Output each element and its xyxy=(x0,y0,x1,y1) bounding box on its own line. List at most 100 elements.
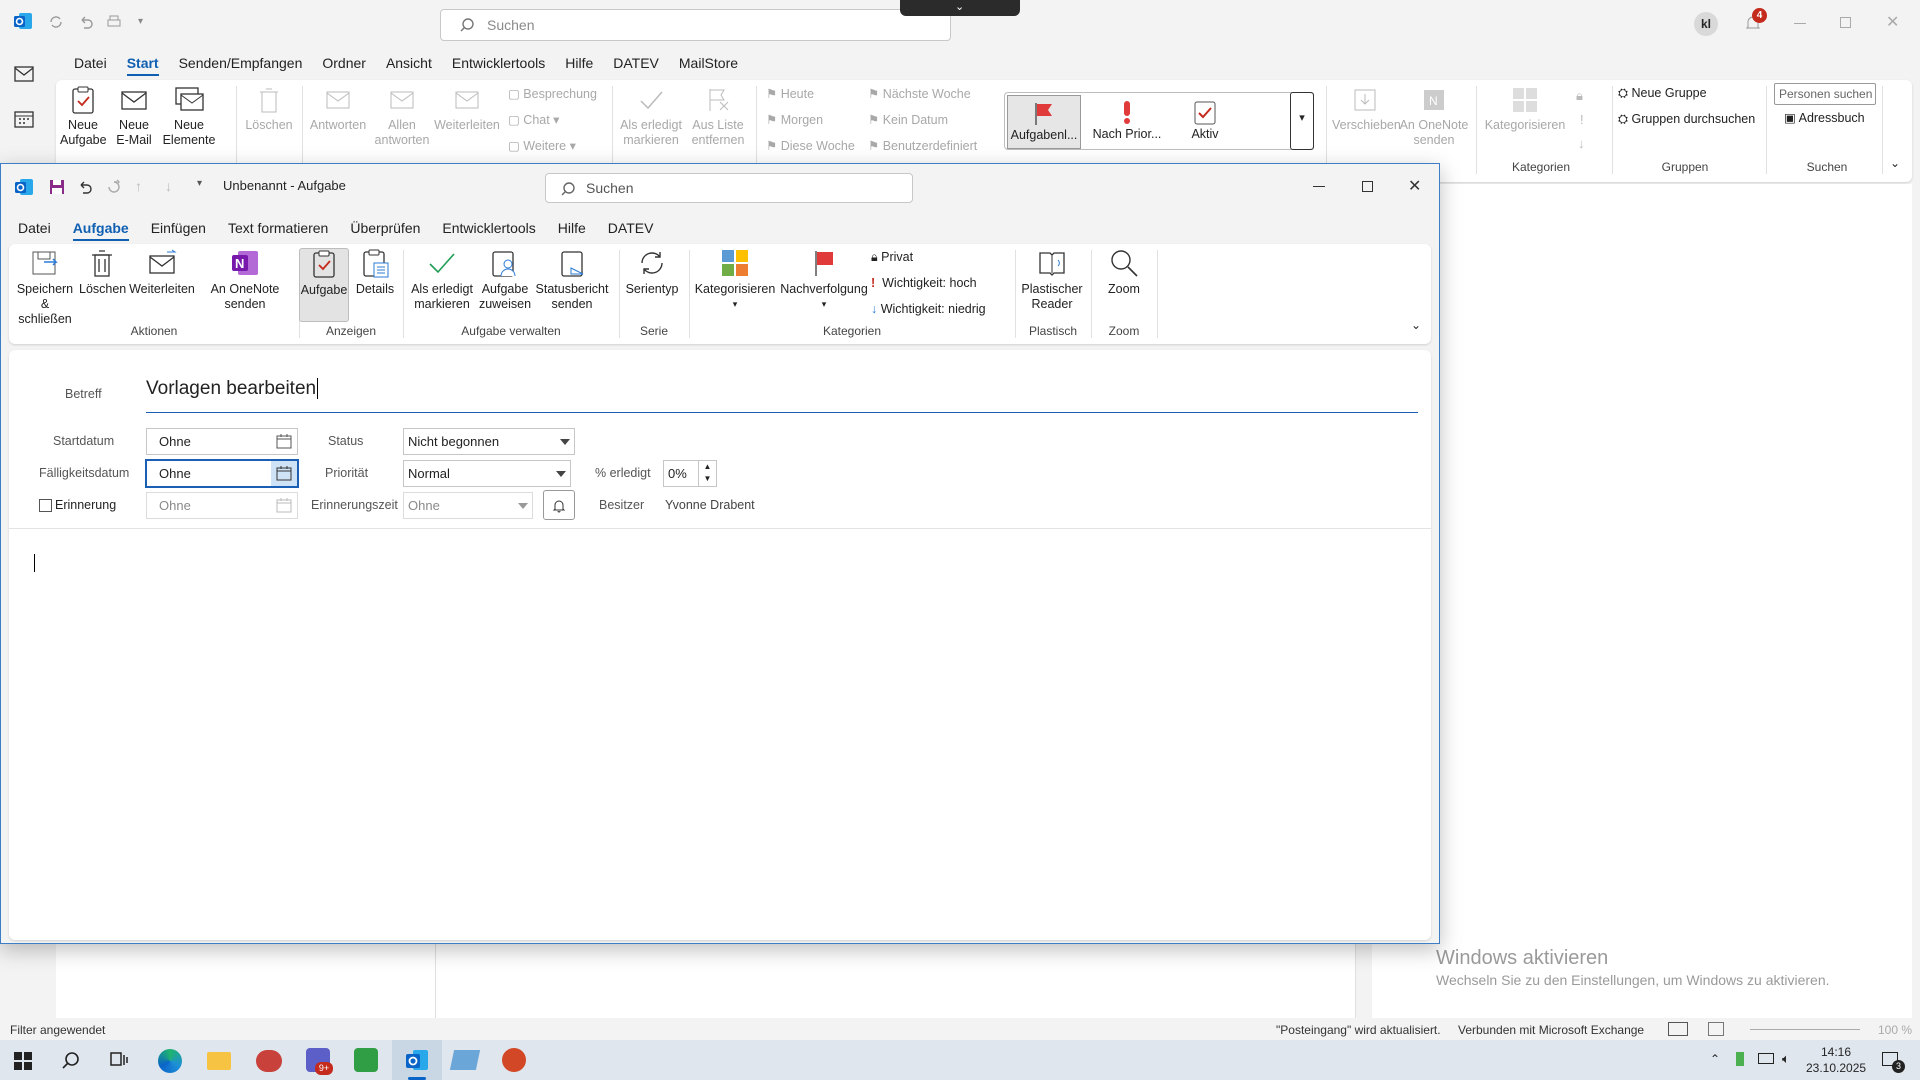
zoom-slider[interactable] xyxy=(1750,1029,1860,1030)
clock-date[interactable]: 23.10.2025 xyxy=(1806,1061,1866,1075)
chevron-up-icon[interactable]: ⌃ xyxy=(1710,1052,1720,1066)
mail-icon[interactable] xyxy=(14,66,34,82)
lock-icon[interactable]: 🔒︎ xyxy=(1576,88,1583,104)
avatar[interactable]: kl xyxy=(1694,12,1718,36)
view-tasklist-button[interactable]: Aufgabenl... xyxy=(1007,95,1081,149)
exclamation-icon[interactable]: ! xyxy=(1580,112,1584,127)
file-explorer-icon[interactable] xyxy=(207,1052,231,1070)
low-importance-button[interactable]: ↓ Wichtigkeit: niedrig xyxy=(871,302,986,316)
app-icon[interactable] xyxy=(256,1050,282,1072)
app-green-icon[interactable] xyxy=(354,1048,378,1072)
snap-layout-bar[interactable]: ⌄ xyxy=(900,0,1020,16)
menu-ordner[interactable]: Ordner xyxy=(312,48,376,78)
task-view-button[interactable]: Aufgabe xyxy=(299,248,349,322)
assign-task-button[interactable]: Aufgabe zuweisen xyxy=(477,248,533,312)
network-icon[interactable] xyxy=(1758,1053,1774,1064)
details-button[interactable]: Details xyxy=(351,248,399,297)
view-priority-button[interactable]: Nach Prior... xyxy=(1085,95,1169,142)
qat-customize-icon[interactable]: ▾ xyxy=(197,178,202,189)
close-icon[interactable]: ✕ xyxy=(1408,176,1421,196)
delete-button[interactable]: Löschen xyxy=(79,248,126,297)
forward-button[interactable]: Weiterleiten xyxy=(434,86,500,133)
maximize-icon[interactable] xyxy=(1840,17,1851,28)
search-people-input[interactable]: Personen suchen xyxy=(1774,83,1876,105)
arrow-down-icon[interactable]: ↓ xyxy=(1578,136,1585,151)
collapse-ribbon-icon[interactable]: ⌄ xyxy=(1890,156,1900,170)
forward-button[interactable]: Weiterleiten xyxy=(127,248,197,297)
menu-ansicht[interactable]: Ansicht xyxy=(376,48,442,78)
reminder-time-select[interactable]: Ohne xyxy=(403,492,533,519)
tab-aufgabe[interactable]: Aufgabe xyxy=(62,214,140,242)
calendar-icon[interactable] xyxy=(276,434,292,449)
tab-ueberpruefen[interactable]: Überprüfen xyxy=(339,214,431,242)
tab-entwicklertools[interactable]: Entwicklertools xyxy=(431,214,546,242)
menu-hilfe[interactable]: Hilfe xyxy=(555,48,603,78)
categorize-button[interactable]: Kategorisieren ▾ xyxy=(693,248,777,312)
task-body-editor[interactable] xyxy=(25,544,1417,934)
flag-today-button[interactable]: ⚑ Heute xyxy=(766,86,814,101)
calendar-icon[interactable] xyxy=(276,498,292,513)
undo-icon[interactable] xyxy=(78,14,94,30)
recurrence-button[interactable]: Serientyp xyxy=(621,248,683,297)
normal-view-icon[interactable] xyxy=(1668,1022,1688,1036)
save-close-button[interactable]: Speichern & schließen xyxy=(15,248,75,327)
minimize-icon[interactable] xyxy=(1794,23,1806,24)
flag-custom-button[interactable]: ⚑ Benutzerdefiniert xyxy=(868,138,977,153)
main-search-input[interactable]: Suchen xyxy=(440,9,951,41)
private-button[interactable]: 🔒︎ Privat xyxy=(871,250,913,265)
menu-entwicklertools[interactable]: Entwicklertools xyxy=(442,48,555,78)
menu-datev[interactable]: DATEV xyxy=(603,48,669,78)
new-task-button[interactable]: Neue Aufgabe xyxy=(60,86,107,148)
percent-complete-spinner[interactable]: 0% ▲ ▼ xyxy=(663,460,717,487)
arrow-up-icon[interactable]: ↑ xyxy=(135,178,142,194)
tab-hilfe[interactable]: Hilfe xyxy=(547,214,597,242)
calendar-icon[interactable] xyxy=(276,466,292,481)
chat-button[interactable]: ▢ Chat ▾ xyxy=(508,112,559,127)
minimize-icon[interactable] xyxy=(1313,186,1325,187)
reply-button[interactable]: Antworten xyxy=(308,86,368,133)
menu-datei[interactable]: Datei xyxy=(64,48,117,78)
reminder-checkbox[interactable] xyxy=(39,499,52,512)
zoom-button[interactable]: Zoom xyxy=(1093,248,1155,297)
search-groups-button[interactable]: ⛭ Gruppen durchsuchen xyxy=(1618,112,1755,127)
flag-this-week-button[interactable]: ⚑ Diese Woche xyxy=(766,138,855,153)
start-date-field[interactable]: Ohne xyxy=(146,428,298,455)
mark-complete-button[interactable]: Als erledigt markieren xyxy=(618,86,684,148)
more-button[interactable]: ▢ Weitere ▾ xyxy=(508,138,576,153)
immersive-reader-button[interactable]: Plastischer Reader xyxy=(1019,248,1085,312)
address-book-button[interactable]: ▣ Adressbuch xyxy=(1784,110,1865,125)
meeting-button[interactable]: ▢ Besprechung xyxy=(508,86,597,101)
powerpoint-icon[interactable] xyxy=(502,1048,526,1072)
reminder-sound-button[interactable] xyxy=(543,490,575,520)
calendar-icon[interactable] xyxy=(14,110,34,128)
flag-next-week-button[interactable]: ⚑ Nächste Woche xyxy=(868,86,971,101)
remove-from-list-button[interactable]: Aus Liste entfernen xyxy=(688,86,748,148)
onenote-button[interactable]: N An OneNote senden xyxy=(1398,86,1470,148)
task-search-input[interactable]: Suchen xyxy=(545,173,913,203)
close-icon[interactable]: ✕ xyxy=(1886,12,1899,32)
print-icon[interactable] xyxy=(106,14,122,30)
categorize-button[interactable]: Kategorisieren xyxy=(1482,86,1568,133)
maximize-icon[interactable] xyxy=(1362,181,1373,192)
follow-up-button[interactable]: Nachverfolgung ▾ xyxy=(777,248,871,312)
priority-select[interactable]: Normal xyxy=(403,460,571,487)
status-select[interactable]: Nicht begonnen xyxy=(403,428,575,455)
qat-customize-icon[interactable]: ▾ xyxy=(138,16,143,27)
mark-complete-button[interactable]: Als erledigt markieren xyxy=(409,248,475,312)
arrow-down-icon[interactable]: ↓ xyxy=(165,178,172,194)
redo-icon[interactable] xyxy=(106,179,122,195)
app-notes-icon[interactable] xyxy=(449,1050,481,1070)
tab-datev[interactable]: DATEV xyxy=(597,214,665,242)
flag-no-date-button[interactable]: ⚑ Kein Datum xyxy=(868,112,948,127)
menu-senden-empfangen[interactable]: Senden/Empfangen xyxy=(169,48,313,78)
spinner-arrows-icon[interactable]: ▲ ▼ xyxy=(698,461,716,486)
gallery-more-icon[interactable]: ▾ xyxy=(1290,92,1314,150)
battery-icon[interactable] xyxy=(1736,1052,1744,1066)
delete-button[interactable]: Löschen xyxy=(244,86,294,133)
menu-start[interactable]: Start xyxy=(117,48,169,78)
collapse-ribbon-icon[interactable]: ⌄ xyxy=(1411,318,1421,332)
windows-start-icon[interactable] xyxy=(14,1052,32,1070)
subject-input[interactable]: Vorlagen bearbeiten xyxy=(146,378,319,400)
onenote-button[interactable]: N An OneNote senden xyxy=(209,248,281,312)
tab-einfuegen[interactable]: Einfügen xyxy=(140,214,217,242)
